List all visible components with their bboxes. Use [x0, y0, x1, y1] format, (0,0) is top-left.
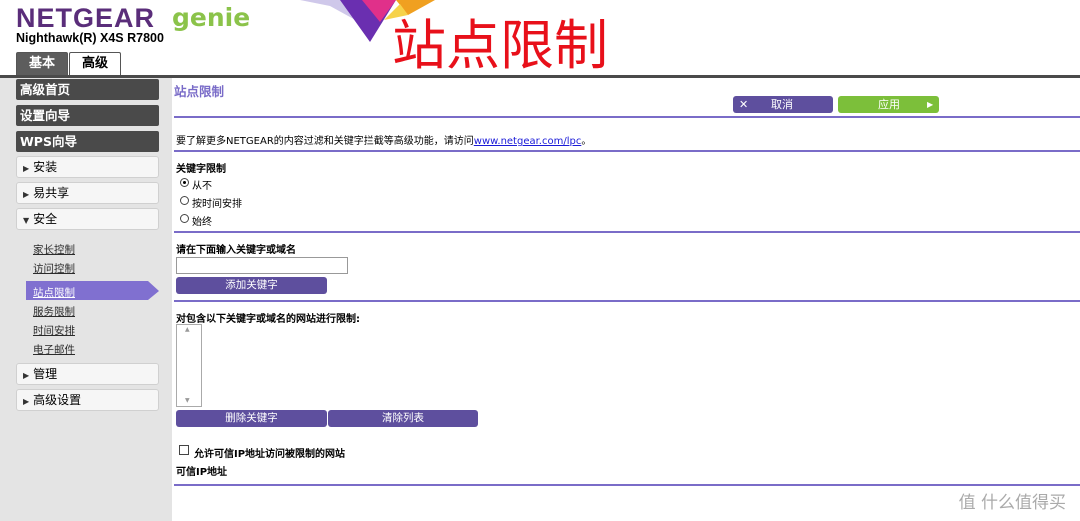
add-keyword-button[interactable]: 添加关键字	[176, 277, 327, 294]
triangle-down-icon: ▼	[23, 216, 30, 225]
allow-trusted-ip-label: 允许可信IP地址访问被限制的网站	[194, 449, 346, 460]
netgear-lpc-link[interactable]: www.netgear.com/lpc	[474, 136, 582, 147]
divider	[174, 150, 1080, 152]
active-arrow-icon	[148, 281, 159, 300]
genie-logo: genie	[172, 3, 251, 32]
triangle-right-icon: ▶	[23, 190, 30, 199]
triangle-right-icon: ▶	[23, 371, 30, 380]
sidebar-sub-email[interactable]: 电子邮件	[33, 342, 75, 357]
close-icon: ✕	[739, 98, 749, 111]
sidebar-item-label: 安装	[33, 160, 58, 174]
scroll-down-icon[interactable]: ▼	[185, 397, 190, 404]
delete-keyword-button[interactable]: 删除关键字	[176, 410, 327, 427]
watermark: 值 什么值得买	[958, 493, 1066, 513]
sidebar-item-label: 安全	[33, 212, 58, 226]
sidebar-item-setup-wizard[interactable]: 设置向导	[16, 105, 159, 126]
banner-title: 站点限制	[392, 14, 608, 77]
sidebar-item-advanced-home[interactable]: 高级首页	[16, 79, 159, 100]
info-suffix: 。	[581, 136, 592, 147]
triangle-right-icon: ▶	[23, 397, 30, 406]
divider	[174, 231, 1080, 233]
sidebar-item-readyshare[interactable]: ▶ 易共享	[16, 182, 159, 204]
sidebar-sub-block-services[interactable]: 服务限制	[33, 304, 75, 319]
radio-never-label: 从不	[192, 181, 212, 192]
radio-per-schedule[interactable]	[180, 196, 189, 205]
tab-basic[interactable]: 基本	[16, 52, 68, 75]
router-model: Nighthawk(R) X4S R7800	[16, 31, 164, 45]
divider	[174, 484, 1080, 486]
keyword-input[interactable]	[176, 257, 348, 274]
sidebar-item-setup[interactable]: ▶ 安装	[16, 156, 159, 178]
radio-always-label: 始终	[192, 217, 212, 228]
sidebar-item-label: 管理	[33, 367, 58, 381]
apply-label: 应用	[878, 98, 900, 111]
page-title: 站点限制	[174, 84, 225, 99]
sidebar-item-security[interactable]: ▼ 安全	[16, 208, 159, 230]
cancel-button[interactable]: ✕ 取消	[733, 96, 833, 113]
sidebar-sub-block-sites[interactable]: 站点限制	[33, 285, 75, 300]
sidebar-sub-schedule[interactable]: 时间安排	[33, 323, 75, 338]
trusted-ip-label: 可信IP地址	[176, 467, 228, 478]
radio-always[interactable]	[180, 214, 189, 223]
scroll-up-icon[interactable]: ▲	[185, 326, 190, 333]
cancel-label: 取消	[771, 98, 793, 111]
radio-never[interactable]	[180, 178, 189, 187]
sidebar-sub-parental-control[interactable]: 家长控制	[33, 242, 75, 257]
info-prefix: 要了解更多NETGEAR的内容过滤和关键字拦截等高级功能，请访问	[176, 136, 474, 147]
divider	[174, 116, 1080, 118]
sidebar-item-administration[interactable]: ▶ 管理	[16, 363, 159, 385]
sidebar-item-wps-wizard[interactable]: WPS向导	[16, 131, 159, 152]
divider	[174, 300, 1080, 302]
tab-advanced[interactable]: 高级	[69, 52, 121, 75]
play-arrow-icon: ▶	[927, 100, 934, 109]
info-text: 要了解更多NETGEAR的内容过滤和关键字拦截等高级功能，请访问www.netg…	[176, 132, 591, 147]
keyword-block-label: 关键字限制	[176, 164, 226, 175]
sidebar-item-label: 高级设置	[33, 393, 82, 407]
enter-keyword-label: 请在下面输入关键字或域名	[176, 245, 296, 256]
blocked-list-label: 对包含以下关键字或域名的网站进行限制:	[176, 314, 360, 325]
blocked-keywords-list[interactable]: ▲ ▼	[176, 324, 202, 407]
allow-trusted-ip-checkbox[interactable]	[179, 445, 189, 455]
apply-button[interactable]: 应用 ▶	[838, 96, 939, 113]
clear-list-button[interactable]: 清除列表	[328, 410, 478, 427]
sidebar-item-label: 易共享	[33, 186, 70, 200]
radio-per-schedule-label: 按时间安排	[192, 199, 242, 210]
triangle-right-icon: ▶	[23, 164, 30, 173]
sidebar-sub-access-control[interactable]: 访问控制	[33, 261, 75, 276]
sidebar-item-advanced-setup[interactable]: ▶ 高级设置	[16, 389, 159, 411]
netgear-logo: NETGEAR	[16, 3, 156, 33]
